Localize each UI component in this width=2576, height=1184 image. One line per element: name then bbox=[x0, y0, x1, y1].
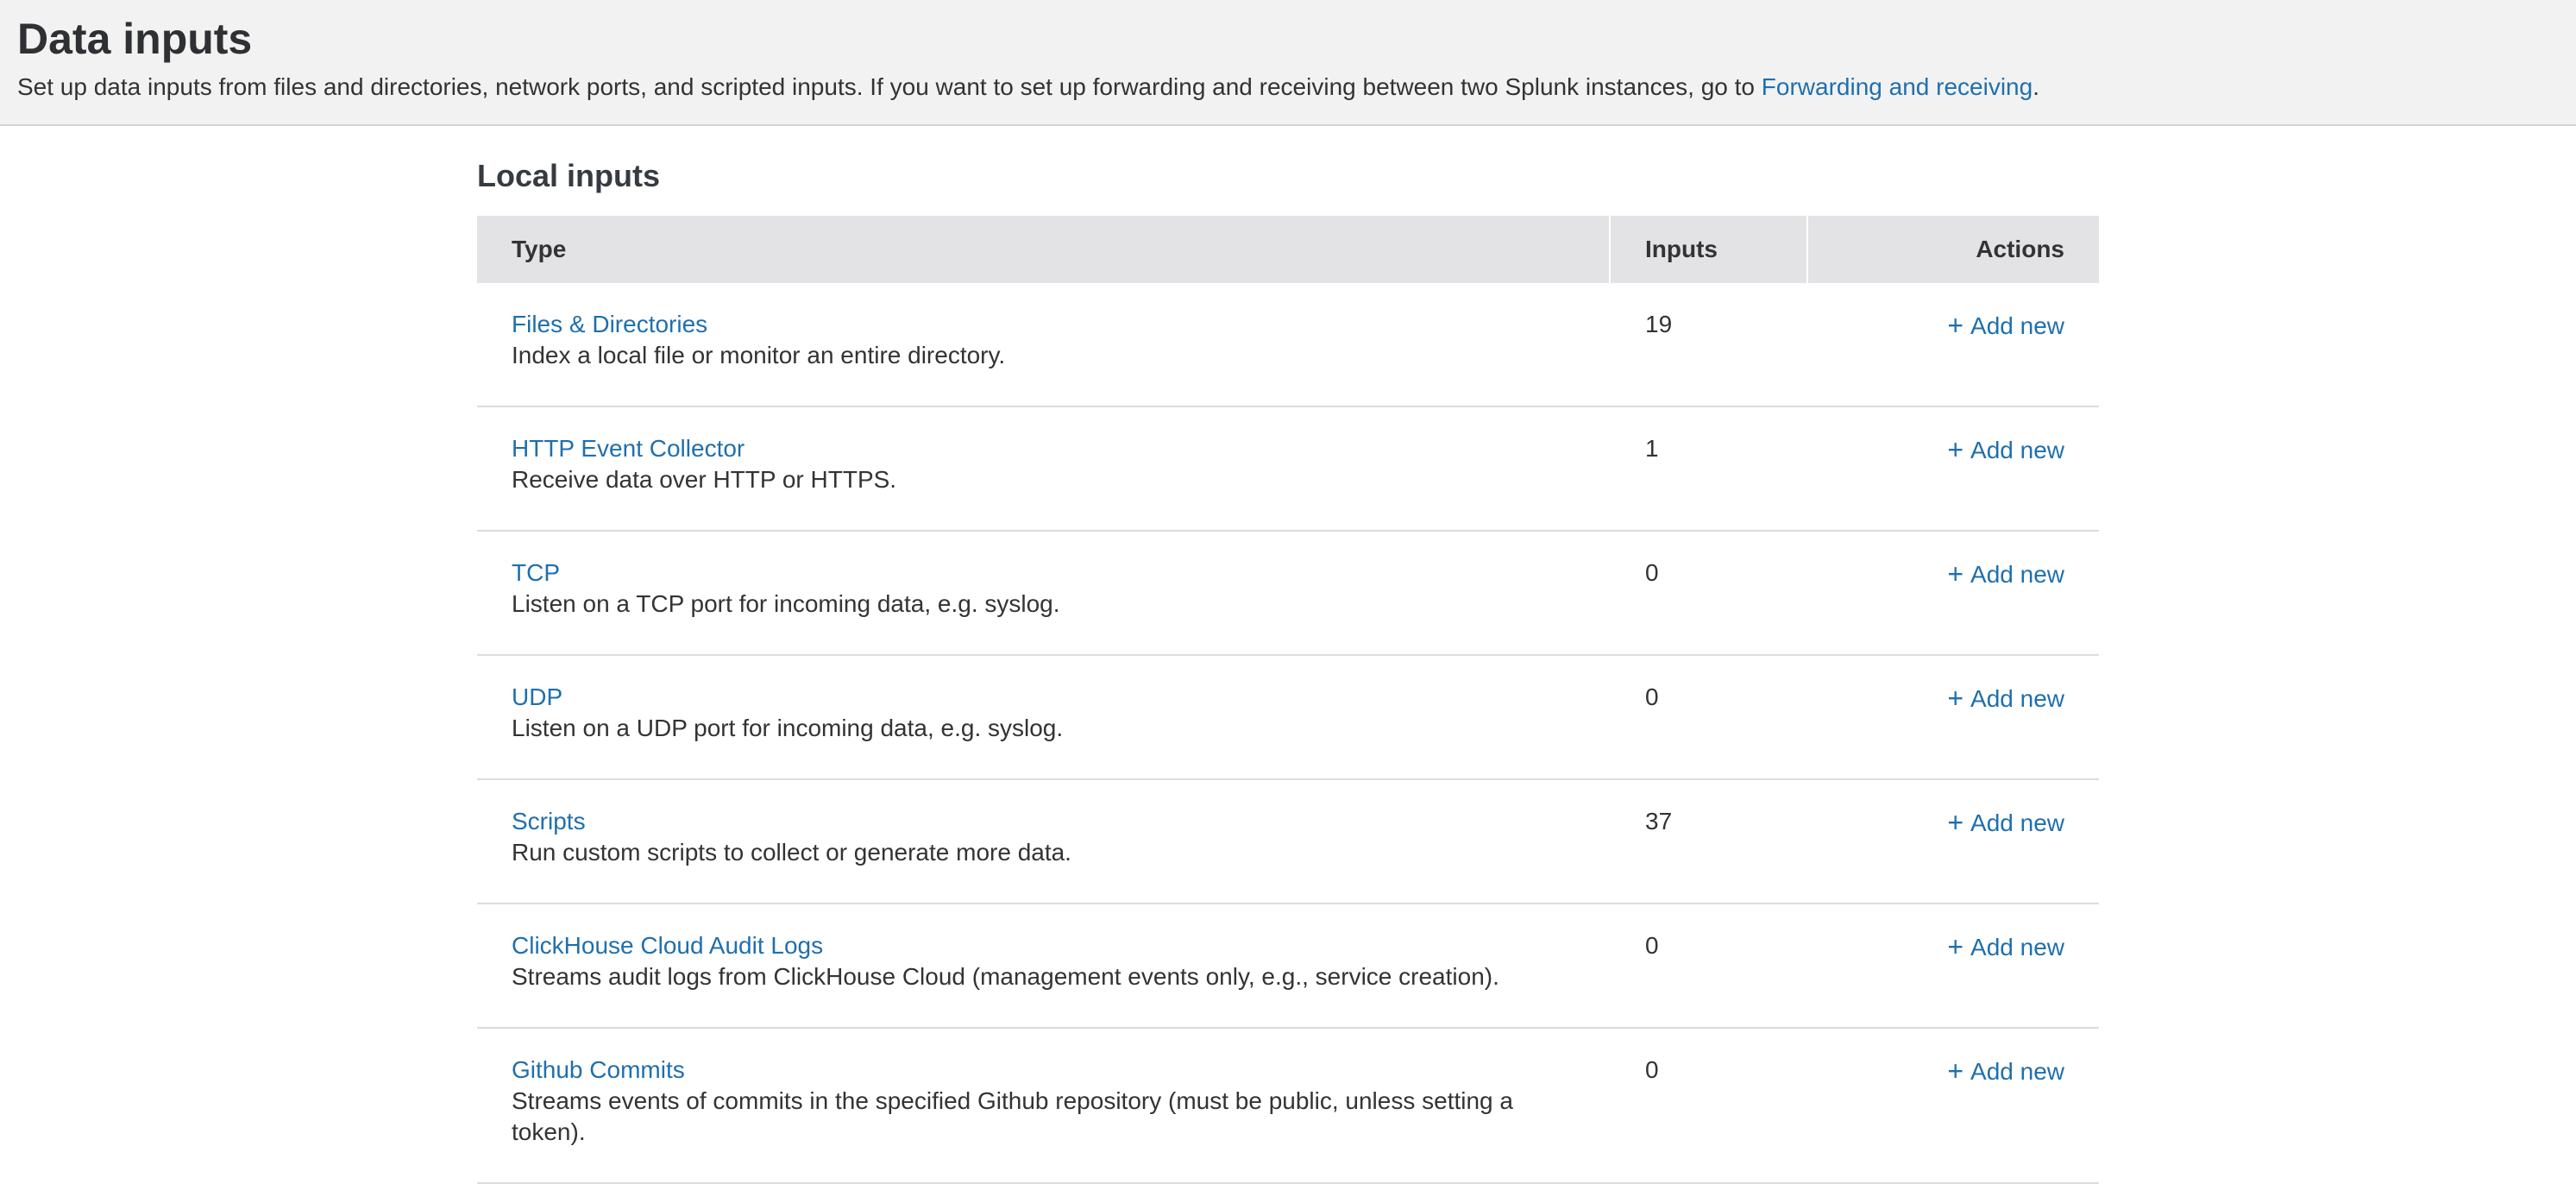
table-header-row: Type Inputs Actions bbox=[477, 216, 2099, 283]
input-type-link[interactable]: TCP bbox=[512, 557, 560, 589]
table-row-scripts: Scripts Run custom scripts to collect or… bbox=[477, 780, 2099, 904]
page-header: Data inputs Set up data inputs from file… bbox=[0, 0, 2576, 126]
input-count: 1 bbox=[1611, 433, 1808, 464]
add-new-button[interactable]: + Add new bbox=[1947, 934, 2064, 960]
input-count: 0 bbox=[1611, 682, 1808, 713]
input-type-description: Index a local file or monitor an entire … bbox=[512, 340, 1576, 371]
section-heading: Local inputs bbox=[477, 159, 2099, 193]
type-cell: Github Commits Streams events of commits… bbox=[477, 1055, 1611, 1148]
page-title: Data inputs bbox=[17, 14, 2541, 64]
plus-icon: + bbox=[1947, 683, 1963, 714]
input-type-description: Listen on a UDP port for incoming data, … bbox=[512, 713, 1576, 744]
plus-icon: + bbox=[1947, 807, 1963, 838]
add-new-button[interactable]: + Add new bbox=[1947, 312, 2064, 339]
add-new-button[interactable]: + Add new bbox=[1947, 685, 2064, 712]
actions-cell: + Add new bbox=[1808, 433, 2099, 466]
plus-icon: + bbox=[1947, 558, 1963, 589]
add-new-button[interactable]: + Add new bbox=[1947, 1058, 2064, 1085]
input-type-description: Run custom scripts to collect or generat… bbox=[512, 837, 1576, 868]
add-new-label: Add new bbox=[1970, 1058, 2064, 1085]
type-cell: Scripts Run custom scripts to collect or… bbox=[477, 806, 1611, 868]
input-type-link[interactable]: UDP bbox=[512, 682, 562, 713]
type-cell: TCP Listen on a TCP port for incoming da… bbox=[477, 557, 1611, 620]
table-row-tcp: TCP Listen on a TCP port for incoming da… bbox=[477, 532, 2099, 656]
plus-icon: + bbox=[1947, 1055, 1963, 1086]
add-new-label: Add new bbox=[1970, 561, 2064, 588]
input-type-link[interactable]: Scripts bbox=[512, 806, 586, 837]
table-row-clickhouse-cloud-audit-logs: ClickHouse Cloud Audit Logs Streams audi… bbox=[477, 904, 2099, 1029]
add-new-label: Add new bbox=[1970, 809, 2064, 836]
actions-cell: + Add new bbox=[1808, 806, 2099, 839]
plus-icon: + bbox=[1947, 434, 1963, 465]
column-header-inputs: Inputs bbox=[1611, 216, 1806, 283]
actions-cell: + Add new bbox=[1808, 1055, 2099, 1087]
input-type-description: Receive data over HTTP or HTTPS. bbox=[512, 464, 1576, 495]
page-subtitle: Set up data inputs from files and direct… bbox=[17, 72, 2541, 102]
input-count: 0 bbox=[1611, 1055, 1808, 1086]
actions-cell: + Add new bbox=[1808, 557, 2099, 590]
content-area: Local inputs Type Inputs Actions Files &… bbox=[0, 126, 2576, 1184]
column-header-type: Type bbox=[477, 216, 1609, 283]
local-inputs-container: Local inputs Type Inputs Actions Files &… bbox=[477, 126, 2099, 1184]
input-type-description: Listen on a TCP port for incoming data, … bbox=[512, 589, 1576, 620]
local-inputs-table: Type Inputs Actions Files & Directories … bbox=[477, 216, 2099, 1184]
table-row-http-event-collector: HTTP Event Collector Receive data over H… bbox=[477, 407, 2099, 532]
input-count: 19 bbox=[1611, 309, 1808, 340]
actions-cell: + Add new bbox=[1808, 682, 2099, 715]
page-subtitle-text: Set up data inputs from files and direct… bbox=[17, 73, 1762, 100]
type-cell: HTTP Event Collector Receive data over H… bbox=[477, 433, 1611, 495]
input-count: 0 bbox=[1611, 557, 1808, 589]
add-new-label: Add new bbox=[1970, 312, 2064, 339]
input-type-description: Streams events of commits in the specifi… bbox=[512, 1086, 1576, 1148]
input-type-link[interactable]: ClickHouse Cloud Audit Logs bbox=[512, 930, 823, 961]
input-count: 0 bbox=[1611, 930, 1808, 961]
type-cell: UDP Listen on a UDP port for incoming da… bbox=[477, 682, 1611, 744]
table-row-github-commits: Github Commits Streams events of commits… bbox=[477, 1029, 2099, 1184]
add-new-label: Add new bbox=[1970, 934, 2064, 960]
input-type-description: Streams audit logs from ClickHouse Cloud… bbox=[512, 961, 1576, 992]
add-new-button[interactable]: + Add new bbox=[1947, 561, 2064, 588]
type-cell: Files & Directories Index a local file o… bbox=[477, 309, 1611, 371]
add-new-button[interactable]: + Add new bbox=[1947, 809, 2064, 836]
input-type-link[interactable]: Github Commits bbox=[512, 1055, 685, 1086]
plus-icon: + bbox=[1947, 931, 1963, 962]
table-row-udp: UDP Listen on a UDP port for incoming da… bbox=[477, 656, 2099, 780]
add-new-label: Add new bbox=[1970, 437, 2064, 463]
input-type-link[interactable]: Files & Directories bbox=[512, 309, 707, 340]
input-type-link[interactable]: HTTP Event Collector bbox=[512, 433, 745, 464]
table-row-files-directories: Files & Directories Index a local file o… bbox=[477, 283, 2099, 407]
type-cell: ClickHouse Cloud Audit Logs Streams audi… bbox=[477, 930, 1611, 992]
add-new-button[interactable]: + Add new bbox=[1947, 437, 2064, 463]
actions-cell: + Add new bbox=[1808, 930, 2099, 963]
actions-cell: + Add new bbox=[1808, 309, 2099, 342]
column-header-actions: Actions bbox=[1808, 216, 2099, 283]
page-subtitle-suffix: . bbox=[2033, 73, 2039, 100]
plus-icon: + bbox=[1947, 310, 1963, 341]
input-count: 37 bbox=[1611, 806, 1808, 837]
forwarding-and-receiving-link[interactable]: Forwarding and receiving bbox=[1762, 73, 2033, 100]
add-new-label: Add new bbox=[1970, 685, 2064, 712]
